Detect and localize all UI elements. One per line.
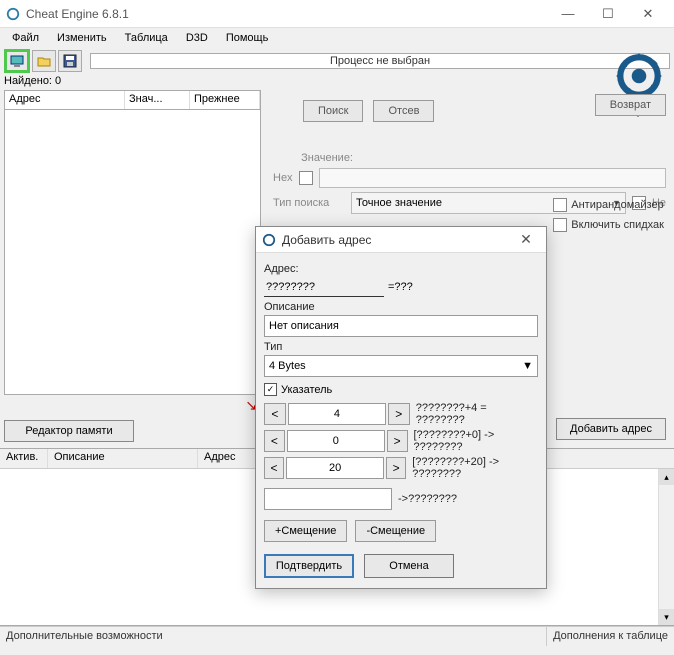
results-list[interactable] (4, 110, 261, 395)
dialog-desc-input[interactable] (264, 315, 538, 337)
dialog-cancel-button[interactable]: Отмена (364, 554, 454, 578)
menu-table[interactable]: Таблица (117, 30, 176, 46)
dialog-type-value: 4 Bytes (269, 360, 306, 372)
offset-dec-button-2[interactable]: < (264, 457, 284, 479)
select-process-button[interactable] (4, 49, 30, 73)
speedhack-label: Включить спидхак (571, 219, 664, 231)
scroll-up-icon[interactable]: ▴ (659, 469, 674, 485)
pointer-checkbox[interactable]: ✓ (264, 383, 277, 396)
chevron-down-icon: ▼ (522, 360, 533, 372)
tcol-desc[interactable]: Описание (48, 449, 198, 468)
offset-input-1[interactable] (287, 430, 385, 452)
window-title: Cheat Engine 6.8.1 (26, 7, 548, 21)
menu-file[interactable]: Файл (4, 30, 47, 46)
dialog-title: Добавить адрес (282, 233, 512, 247)
first-scan-button[interactable]: Поиск (303, 100, 363, 122)
dialog-desc-label: Описание (264, 301, 538, 313)
undo-scan-button[interactable]: Возврат (595, 94, 666, 116)
memory-editor-button[interactable]: Редактор памяти (4, 420, 134, 442)
floppy-icon (63, 54, 77, 68)
add-address-dialog: Добавить адрес ✕ Адрес: =??? Описание Ти… (255, 226, 547, 589)
hex-label: Hex (273, 172, 293, 184)
dialog-type-label: Тип (264, 341, 538, 353)
offset-dec-button-0[interactable]: < (264, 403, 286, 425)
status-left[interactable]: Дополнительные возможности (0, 627, 547, 646)
dialog-close-button[interactable]: ✕ (512, 231, 540, 248)
value-input[interactable] (319, 168, 666, 188)
folder-open-icon (37, 54, 51, 68)
tcol-active[interactable]: Актив. (0, 449, 48, 468)
base-arrow-text: ->???????? (398, 493, 457, 505)
computer-icon (10, 54, 24, 68)
table-scrollbar[interactable]: ▴ ▾ (658, 469, 674, 625)
maximize-button[interactable]: ☐ (588, 1, 628, 27)
dialog-icon (262, 233, 276, 247)
scantype-label: Тип поиска (273, 197, 345, 209)
menu-edit[interactable]: Изменить (49, 30, 115, 46)
offset-inc-button-0[interactable]: > (388, 403, 410, 425)
add-offset-button[interactable]: +Смещение (264, 520, 347, 542)
hex-checkbox[interactable] (299, 171, 313, 185)
next-scan-button[interactable]: Отсев (373, 100, 434, 122)
offset-text-2: [????????+20] -> ???????? (412, 456, 538, 480)
status-right[interactable]: Дополнения к таблице (547, 627, 674, 646)
menu-d3d[interactable]: D3D (178, 30, 216, 46)
menu-help[interactable]: Помощь (218, 30, 277, 46)
offset-inc-button-2[interactable]: > (386, 457, 406, 479)
dialog-addr-input[interactable] (264, 277, 384, 297)
offset-input-2[interactable] (286, 457, 384, 479)
offset-text-0: ????????+4 = ???????? (416, 402, 538, 426)
app-icon (6, 7, 20, 21)
open-button[interactable] (32, 50, 56, 72)
add-address-button[interactable]: Добавить адрес (556, 418, 666, 440)
dialog-addr-label: Адрес: (264, 263, 538, 275)
dialog-ok-button[interactable]: Подтвердить (264, 554, 354, 578)
col-value[interactable]: Знач... (125, 91, 190, 109)
save-button[interactable] (58, 50, 82, 72)
found-label: Найдено: 0 (0, 74, 674, 88)
antirandom-checkbox[interactable] (553, 198, 567, 212)
dialog-type-select[interactable]: 4 Bytes ▼ (264, 355, 538, 377)
results-header: Адрес Знач... Прежнее (4, 90, 261, 110)
scantype-value: Точное значение (356, 197, 442, 209)
process-text: Процесс не выбран (91, 55, 669, 67)
add-to-list-icon[interactable]: ↘ (4, 395, 261, 416)
offset-input-0[interactable] (288, 403, 386, 425)
menubar: Файл Изменить Таблица D3D Помощь (0, 28, 674, 48)
offset-text-1: [????????+0] -> ???????? (414, 429, 538, 453)
close-button[interactable]: ✕ (628, 1, 668, 27)
dialog-addr-eq: =??? (388, 281, 413, 293)
base-address-input[interactable] (264, 488, 392, 510)
remove-offset-button[interactable]: -Смещение (355, 520, 436, 542)
process-bar: Процесс не выбран (90, 53, 670, 69)
speedhack-checkbox[interactable] (553, 218, 567, 232)
offset-dec-button-1[interactable]: < (264, 430, 285, 452)
offset-inc-button-1[interactable]: > (387, 430, 408, 452)
value-label: Значение: (273, 152, 353, 164)
pointer-label: Указатель (281, 384, 332, 396)
minimize-button[interactable]: — (548, 1, 588, 27)
col-address[interactable]: Адрес (5, 91, 125, 109)
antirandom-label: Антирандомайзер (571, 199, 663, 211)
col-previous[interactable]: Прежнее (190, 91, 260, 109)
scroll-down-icon[interactable]: ▾ (659, 609, 674, 625)
